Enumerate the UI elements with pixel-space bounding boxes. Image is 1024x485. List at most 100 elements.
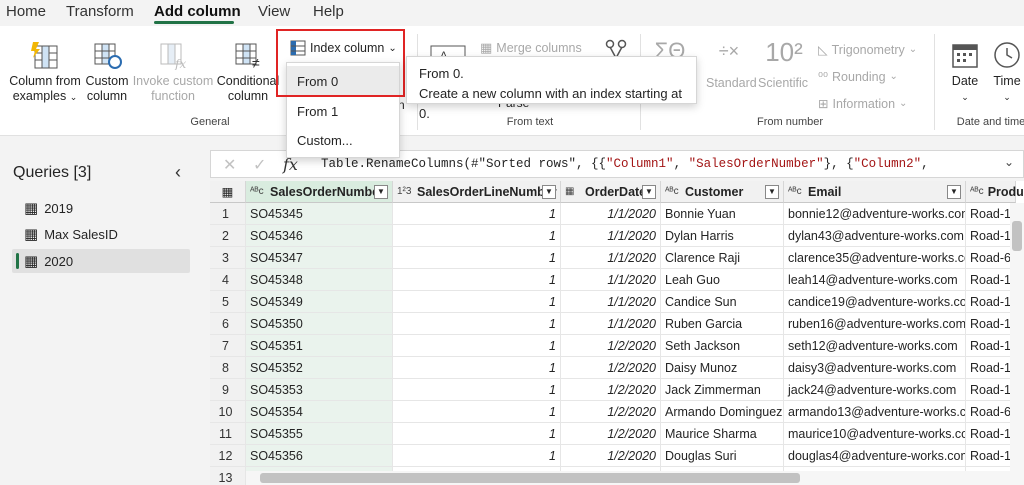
table-cell[interactable]: Road-1 — [966, 203, 1016, 225]
table-cell[interactable]: seth12@adventure-works.com — [784, 335, 966, 357]
table-cell[interactable]: SO45351 — [246, 335, 393, 357]
table-cell[interactable]: 1/1/2020 — [561, 203, 661, 225]
table-cell[interactable]: Road-1 — [966, 423, 1016, 445]
conditional-column-button[interactable]: ≠ Conditional column — [214, 40, 282, 104]
table-cell[interactable]: 1 — [393, 313, 561, 335]
table-cell[interactable]: 1 — [393, 269, 561, 291]
column-header[interactable]: ᴬᴮcProduc — [966, 181, 1024, 203]
table-cell[interactable]: Seth Jackson — [661, 335, 784, 357]
table-cell[interactable]: Dylan Harris — [661, 225, 784, 247]
table-cell[interactable]: dylan43@adventure-works.com — [784, 225, 966, 247]
table-cell[interactable]: ruben16@adventure-works.com — [784, 313, 966, 335]
table-cell[interactable]: Leah Guo — [661, 269, 784, 291]
column-header[interactable]: 1²3 SalesOrderLineNumber ▼ — [393, 181, 561, 203]
table-cell[interactable]: 1 — [393, 379, 561, 401]
standard-button[interactable]: Standard — [706, 76, 757, 91]
table-cell[interactable]: jack24@adventure-works.com — [784, 379, 966, 401]
time-button[interactable]: Time ⌄ — [990, 40, 1024, 105]
table-cell[interactable]: SO45346 — [246, 225, 393, 247]
table-cell[interactable]: 1/2/2020 — [561, 423, 661, 445]
table-cell[interactable]: Road-6 — [966, 247, 1016, 269]
row-number[interactable]: 10 — [210, 401, 246, 423]
menu-item-custom[interactable]: Custom... — [297, 133, 353, 148]
table-cell[interactable]: SO45356 — [246, 445, 393, 467]
information-button[interactable]: ⊞ Information ⌄ — [818, 96, 907, 112]
row-number[interactable]: 2 — [210, 225, 246, 247]
table-cell[interactable]: Road-1 — [966, 357, 1016, 379]
tab-transform[interactable]: Transform — [66, 3, 134, 20]
table-cell[interactable]: SO45353 — [246, 379, 393, 401]
scroll-thumb[interactable] — [1012, 221, 1022, 251]
column-header[interactable]: ▦ OrderDate ▼ — [561, 181, 661, 203]
tab-home[interactable]: Home — [6, 3, 46, 20]
column-header[interactable]: ᴬᴮc Email ▼ — [784, 181, 966, 203]
table-cell[interactable]: 1 — [393, 401, 561, 423]
row-number[interactable]: 13 — [210, 467, 246, 485]
custom-column-button[interactable]: Custom column — [84, 40, 130, 104]
table-cell[interactable]: 1/1/2020 — [561, 247, 661, 269]
table-cell[interactable]: 1/1/2020 — [561, 291, 661, 313]
row-number[interactable]: 12 — [210, 445, 246, 467]
table-cell[interactable]: Road-1 — [966, 269, 1016, 291]
query-item-max-salesid[interactable]: ▦ Max SalesID — [12, 222, 190, 246]
trigonometry-button[interactable]: ◺ Trigonometry ⌄ — [818, 42, 917, 58]
column-from-examples-button[interactable]: Column from examples ⌄ — [6, 40, 84, 105]
table-cell[interactable]: Road-1 — [966, 379, 1016, 401]
table-cell[interactable]: SO45349 — [246, 291, 393, 313]
table-cell[interactable]: douglas4@adventure-works.com — [784, 445, 966, 467]
table-cell[interactable]: Candice Sun — [661, 291, 784, 313]
rounding-button[interactable]: ⁰⁰ Rounding ⌄ — [818, 69, 898, 85]
date-button[interactable]: Date ⌄ — [946, 40, 984, 105]
column-type-icon[interactable]: ᴬᴮc — [970, 186, 984, 197]
table-cell[interactable]: Bonnie Yuan — [661, 203, 784, 225]
commit-check-icon[interactable]: ✓ — [253, 155, 266, 175]
table-cell[interactable]: 1 — [393, 225, 561, 247]
table-cell[interactable]: bonnie12@adventure-works.com — [784, 203, 966, 225]
table-cell[interactable]: 1 — [393, 357, 561, 379]
table-cell[interactable]: SO45355 — [246, 423, 393, 445]
table-cell[interactable]: Armando Dominguez — [661, 401, 784, 423]
table-cell[interactable]: Road-1 — [966, 335, 1016, 357]
scroll-thumb[interactable] — [260, 473, 800, 483]
table-cell[interactable]: 1 — [393, 291, 561, 313]
column-filter-dropdown-icon[interactable]: ▼ — [374, 185, 388, 199]
table-cell[interactable]: 1 — [393, 423, 561, 445]
table-cell[interactable]: maurice10@adventure-works.com — [784, 423, 966, 445]
row-number[interactable]: 8 — [210, 357, 246, 379]
table-cell[interactable]: Road-1 — [966, 225, 1016, 247]
row-number[interactable]: 7 — [210, 335, 246, 357]
column-type-icon[interactable]: ▦ — [565, 186, 581, 197]
column-header[interactable]: ᴬᴮc SalesOrderNumber ▼ — [246, 181, 393, 203]
collapse-chevron-left-icon[interactable]: ‹ — [175, 162, 181, 183]
column-filter-dropdown-icon[interactable]: ▼ — [542, 185, 556, 199]
scientific-button[interactable]: Scientific — [758, 76, 808, 91]
table-cell[interactable]: SO45350 — [246, 313, 393, 335]
table-cell[interactable]: 1/1/2020 — [561, 313, 661, 335]
table-cell[interactable]: SO45345 — [246, 203, 393, 225]
table-cell[interactable]: daisy3@adventure-works.com — [784, 357, 966, 379]
expand-chevron-down-icon[interactable]: ⌄ — [1004, 155, 1014, 169]
table-cell[interactable]: armando13@adventure-works.co... — [784, 401, 966, 423]
table-cell[interactable]: Road-6 — [966, 401, 1016, 423]
table-cell[interactable]: Jack Zimmerman — [661, 379, 784, 401]
table-cell[interactable]: 1 — [393, 445, 561, 467]
table-cell[interactable]: Douglas Suri — [661, 445, 784, 467]
merge-columns-button[interactable]: ▦ Merge columns — [480, 40, 582, 56]
table-cell[interactable]: 1/2/2020 — [561, 335, 661, 357]
table-cell[interactable]: Ruben Garcia — [661, 313, 784, 335]
table-cell[interactable]: Maurice Sharma — [661, 423, 784, 445]
row-number[interactable]: 11 — [210, 423, 246, 445]
column-type-icon[interactable]: ᴬᴮc — [250, 186, 266, 197]
column-filter-dropdown-icon[interactable]: ▼ — [642, 185, 656, 199]
row-number[interactable]: 1 — [210, 203, 246, 225]
table-cell[interactable]: Daisy Munoz — [661, 357, 784, 379]
table-menu-icon[interactable]: ▦ — [210, 181, 246, 203]
row-number[interactable]: 9 — [210, 379, 246, 401]
table-cell[interactable]: Clarence Raji — [661, 247, 784, 269]
row-number[interactable]: 3 — [210, 247, 246, 269]
table-cell[interactable]: 1/1/2020 — [561, 269, 661, 291]
query-item-2019[interactable]: ▦ 2019 — [12, 196, 190, 220]
table-cell[interactable]: SO45352 — [246, 357, 393, 379]
table-cell[interactable]: 1/2/2020 — [561, 357, 661, 379]
table-cell[interactable]: 1 — [393, 203, 561, 225]
